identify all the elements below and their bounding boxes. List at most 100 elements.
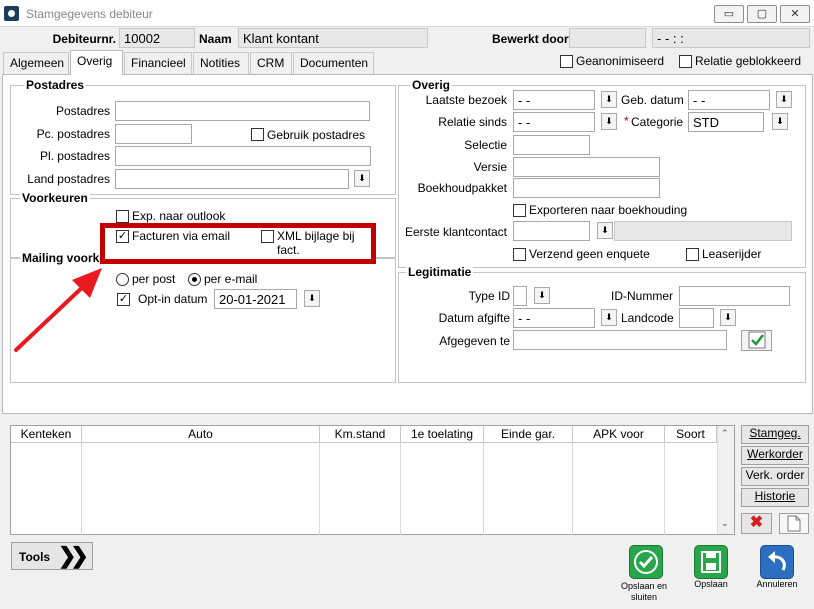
per-post-radio[interactable]	[116, 273, 129, 286]
geb-datum-dropdown-icon[interactable]: ⬇	[776, 91, 792, 108]
leaserijder-checkbox[interactable]	[686, 248, 699, 261]
check-icon	[748, 331, 765, 349]
pl-postadres-label: Pl. postadres	[39, 149, 110, 163]
col-auto[interactable]: Auto	[82, 426, 320, 443]
relatie-sinds-input[interactable]: - -	[513, 112, 595, 132]
minimize-button[interactable]: ▭	[714, 5, 744, 23]
close-button[interactable]: ✕	[780, 5, 810, 23]
land-postadres-dropdown-icon[interactable]: ⬇	[354, 170, 370, 187]
eerste-klantcontact-input[interactable]	[513, 221, 590, 241]
type-id-dropdown-icon[interactable]: ⬇	[534, 287, 550, 304]
type-id-input[interactable]	[513, 286, 527, 306]
postadres-input[interactable]	[115, 101, 370, 121]
col-kenteken[interactable]: Kenteken	[11, 426, 82, 443]
scroll-up-icon[interactable]: ⌃	[721, 428, 729, 439]
optin-datum-input[interactable]: 20-01-2021	[214, 289, 297, 309]
landcode-dropdown-icon[interactable]: ⬇	[720, 309, 736, 326]
per-email-radio[interactable]	[188, 273, 201, 286]
versie-label: Versie	[473, 160, 507, 174]
new-document-button[interactable]	[779, 513, 809, 534]
confirm-check-button[interactable]	[741, 330, 772, 351]
save-button[interactable]: Opslaan	[686, 543, 736, 593]
stamgeg-button[interactable]: Stamgeg.	[741, 425, 809, 444]
tab-algemeen[interactable]: Algemeen	[3, 52, 69, 74]
pc-postadres-label: Pc. postadres	[36, 127, 110, 141]
optin-checkbox[interactable]: ✓	[117, 293, 130, 306]
gebruik-postadres-checkbox[interactable]	[251, 128, 264, 141]
geb-datum-input[interactable]: - -	[688, 90, 770, 110]
tab-overig[interactable]: Overig	[70, 50, 123, 75]
pl-postadres-input[interactable]	[115, 146, 371, 166]
optin-label: Opt-in datum	[138, 292, 208, 306]
col-km-stand[interactable]: Km.stand	[320, 426, 401, 443]
voorkeuren-title: Voorkeuren	[20, 191, 90, 205]
relatie-sinds-dropdown-icon[interactable]: ⬇	[601, 113, 617, 130]
col-divider	[82, 443, 320, 535]
pc-postadres-input[interactable]	[115, 124, 192, 144]
afgegeven-te-label: Afgegeven te	[439, 334, 510, 348]
id-nummer-input[interactable]	[679, 286, 790, 306]
historie-button[interactable]: Historie	[741, 488, 809, 507]
land-postadres-input[interactable]	[115, 169, 349, 189]
cancel-button[interactable]: Annuleren	[752, 543, 802, 593]
tab-crm[interactable]: CRM	[250, 52, 292, 74]
tab-financieel[interactable]: Financieel	[124, 52, 192, 74]
boekhoudpakket-input[interactable]	[513, 178, 660, 198]
relatie-geblokkeerd-checkbox[interactable]	[679, 55, 692, 68]
geanonimiseerd-checkbox[interactable]	[560, 55, 573, 68]
gebruik-postadres-label: Gebruik postadres	[267, 128, 366, 142]
optin-datum-dropdown-icon[interactable]: ⬇	[304, 290, 320, 307]
relatie-sinds-label: Relatie sinds	[438, 115, 507, 129]
save-close-label: Opslaan en sluiten	[620, 581, 668, 602]
vehicle-table: Kenteken Auto Km.stand 1e toelating Eind…	[10, 425, 735, 535]
per-post-label: per post	[132, 272, 176, 286]
facturen-email-label: Facturen via email	[132, 229, 231, 243]
table-scrollbar[interactable]: ⌃ ⌄	[717, 426, 734, 534]
tools-button[interactable]: Tools ❯❯	[11, 542, 93, 570]
land-postadres-label: Land postadres	[27, 172, 110, 186]
relatie-geblokkeerd-label: Relatie geblokkeerd	[695, 54, 802, 68]
bewerkt-door-label: Bewerkt door	[492, 32, 569, 46]
tab-documenten[interactable]: Documenten	[293, 52, 374, 74]
col-apk-voor[interactable]: APK voor	[573, 426, 665, 443]
window-title: Stamgegevens debiteur	[26, 7, 153, 21]
tab-notities[interactable]: Notities	[193, 52, 249, 74]
maximize-button[interactable]: ▢	[747, 5, 777, 23]
new-document-icon	[787, 515, 801, 532]
categorie-dropdown-icon[interactable]: ⬇	[772, 113, 788, 130]
delete-button[interactable]: ✖	[741, 513, 772, 534]
exporteren-checkbox[interactable]	[513, 204, 526, 217]
postadres-title: Postadres	[24, 78, 87, 92]
col-1e-toelating[interactable]: 1e toelating	[401, 426, 484, 443]
versie-input[interactable]	[513, 157, 660, 177]
save-label: Opslaan	[694, 579, 728, 589]
col-divider	[11, 443, 82, 535]
col-soort[interactable]: Soort	[665, 426, 717, 443]
verzend-enquete-checkbox[interactable]	[513, 248, 526, 261]
exporteren-label: Exporteren naar boekhouding	[529, 203, 688, 217]
floppy-disk-icon	[694, 545, 728, 579]
afgegeven-te-input[interactable]	[513, 330, 727, 350]
exp-outlook-checkbox[interactable]	[116, 210, 129, 223]
xml-bijlage-checkbox[interactable]	[261, 230, 274, 243]
eerste-klantcontact-dropdown-icon[interactable]: ⬇	[597, 222, 613, 239]
landcode-input[interactable]	[679, 308, 714, 328]
boekhoudpakket-label: Boekhoudpakket	[417, 181, 507, 195]
facturen-email-checkbox[interactable]: ✓	[116, 230, 129, 243]
scroll-down-icon[interactable]: ⌄	[721, 518, 729, 529]
leaserijder-label: Leaserijder	[702, 247, 762, 261]
laatste-bezoek-input[interactable]: - -	[513, 90, 595, 110]
werkorder-button[interactable]: Werkorder	[741, 446, 809, 465]
eerste-klantcontact-label: Eerste klantcontact	[404, 225, 507, 239]
datum-afgifte-input[interactable]: - -	[513, 308, 595, 328]
laatste-bezoek-dropdown-icon[interactable]: ⬇	[601, 91, 617, 108]
categorie-input[interactable]: STD	[688, 112, 764, 132]
col-einde-gar[interactable]: Einde gar.	[484, 426, 573, 443]
save-close-button[interactable]: Opslaan en sluiten	[613, 543, 675, 603]
eerste-klantcontact-desc	[614, 221, 792, 241]
verk-order-button[interactable]: Verk. order	[741, 467, 809, 486]
landcode-label: Landcode	[621, 311, 674, 325]
datum-afgifte-dropdown-icon[interactable]: ⬇	[601, 309, 617, 326]
col-divider	[401, 443, 484, 535]
selectie-input[interactable]	[513, 135, 590, 155]
